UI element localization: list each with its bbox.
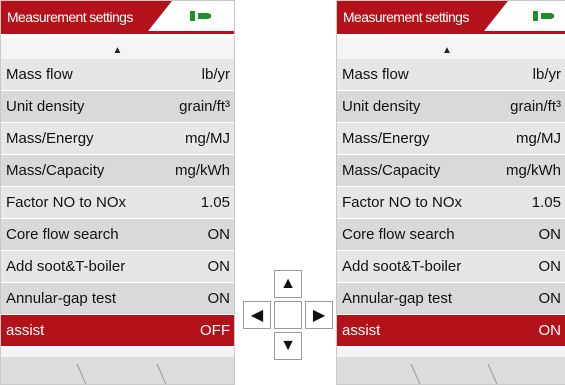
setting-row-assist[interactable]: assist OFF	[1, 315, 234, 347]
setting-row-core-flow[interactable]: Core flow search ON	[337, 219, 565, 251]
setting-row-factor-no[interactable]: Factor NO to NOx 1.05	[1, 187, 234, 219]
battery-icon	[190, 11, 216, 22]
setting-value: OFF	[200, 322, 230, 339]
setting-row-mass-energy[interactable]: Mass/Energy mg/MJ	[1, 123, 234, 155]
softkey-divider	[410, 363, 421, 384]
setting-label: Add soot&T-boiler	[6, 258, 126, 275]
setting-value: 1.05	[531, 194, 561, 211]
setting-value: grain/ft³	[510, 98, 561, 115]
device-screen-before: Measurement settings ▲ Mass flow lb/yr Un…	[0, 0, 235, 385]
setting-row-unit-density[interactable]: Unit density grain/ft³	[1, 91, 234, 123]
setting-row-core-flow[interactable]: Core flow search ON	[1, 219, 234, 251]
setting-label: Add soot&T-boiler	[342, 258, 462, 275]
setting-row-factor-no[interactable]: Factor NO to NOx 1.05	[337, 187, 565, 219]
setting-value: lb/yr	[201, 66, 230, 83]
screen-title: Measurement settings	[337, 1, 508, 31]
setting-value: mg/MJ	[185, 130, 230, 147]
setting-label: Mass/Capacity	[6, 162, 105, 179]
setting-row-mass-capacity[interactable]: Mass/Capacity mg/kWh	[337, 155, 565, 187]
setting-label: Mass flow	[6, 66, 73, 83]
setting-label: assist	[6, 322, 45, 339]
left-arrow-key[interactable]: ◀	[243, 301, 271, 329]
scroll-up-icon: ▲	[442, 45, 452, 56]
settings-list: Mass flow lb/yr Unit density grain/ft³ Mas…	[337, 59, 565, 347]
center-key[interactable]	[274, 301, 302, 329]
setting-value: ON	[207, 226, 231, 243]
setting-label: Mass flow	[342, 66, 409, 83]
setting-row-mass-energy[interactable]: Mass/Energy mg/MJ	[337, 123, 565, 155]
up-arrow-key[interactable]: ▲	[274, 270, 302, 298]
setting-value: ON	[538, 322, 562, 339]
down-arrow-key[interactable]: ▼	[274, 332, 302, 360]
setting-value: 1.05	[200, 194, 230, 211]
setting-label: Annular-gap test	[6, 290, 117, 307]
setting-value: lb/yr	[532, 66, 561, 83]
setting-label: Unit density	[6, 98, 85, 115]
setting-row-mass-capacity[interactable]: Mass/Capacity mg/kWh	[1, 155, 234, 187]
header-underline	[337, 31, 565, 34]
setting-row-annular-gap[interactable]: Annular-gap test ON	[1, 283, 234, 315]
setting-label: Annular-gap test	[342, 290, 453, 307]
setting-value: grain/ft³	[179, 98, 230, 115]
battery-icon	[533, 11, 559, 22]
softkey-bar	[1, 357, 234, 384]
setting-row-annular-gap[interactable]: Annular-gap test ON	[337, 283, 565, 315]
setting-row-add-soot[interactable]: Add soot&T-boiler ON	[337, 251, 565, 283]
setting-label: Mass/Energy	[6, 130, 94, 147]
setting-label: Mass/Energy	[342, 130, 430, 147]
setting-label: Unit density	[342, 98, 421, 115]
setting-row-add-soot[interactable]: Add soot&T-boiler ON	[1, 251, 234, 283]
setting-row-assist[interactable]: assist ON	[337, 315, 565, 347]
setting-label: Factor NO to NOx	[342, 194, 463, 211]
settings-list: Mass flow lb/yr Unit density grain/ft³ Mas…	[1, 59, 234, 347]
softkey-divider	[487, 363, 498, 384]
setting-value: ON	[538, 290, 562, 307]
setting-value: ON	[538, 226, 562, 243]
right-arrow-key[interactable]: ▶	[305, 301, 333, 329]
setting-row-mass-flow[interactable]: Mass flow lb/yr	[337, 59, 565, 91]
setting-value: mg/kWh	[174, 162, 230, 179]
setting-value: ON	[207, 258, 231, 275]
scroll-up-icon: ▲	[112, 45, 123, 56]
setting-label: Mass/Capacity	[342, 162, 441, 179]
setting-label: Core flow search	[342, 226, 455, 243]
setting-value: mg/MJ	[516, 130, 561, 147]
setting-row-unit-density[interactable]: Unit density grain/ft³	[337, 91, 565, 123]
softkey-bar	[337, 357, 565, 384]
setting-value: mg/kWh	[505, 162, 561, 179]
setting-label: Core flow search	[6, 226, 119, 243]
setting-label: assist	[342, 322, 381, 339]
softkey-divider	[76, 363, 87, 384]
screen-header: Measurement settings	[1, 1, 234, 38]
navigation-keypad: ▲ ◀ ▶ ▼	[243, 270, 335, 362]
setting-label: Factor NO to NOx	[6, 194, 127, 211]
screen-title: Measurement settings	[1, 1, 172, 31]
device-screen-after: Measurement settings ▲ Mass flow lb/yr Un…	[336, 0, 565, 385]
softkey-divider	[156, 363, 167, 384]
screen-header: Measurement settings	[337, 1, 565, 38]
setting-value: ON	[207, 290, 231, 307]
setting-value: ON	[538, 258, 562, 275]
header-underline	[1, 31, 234, 34]
setting-row-mass-flow[interactable]: Mass flow lb/yr	[1, 59, 234, 91]
